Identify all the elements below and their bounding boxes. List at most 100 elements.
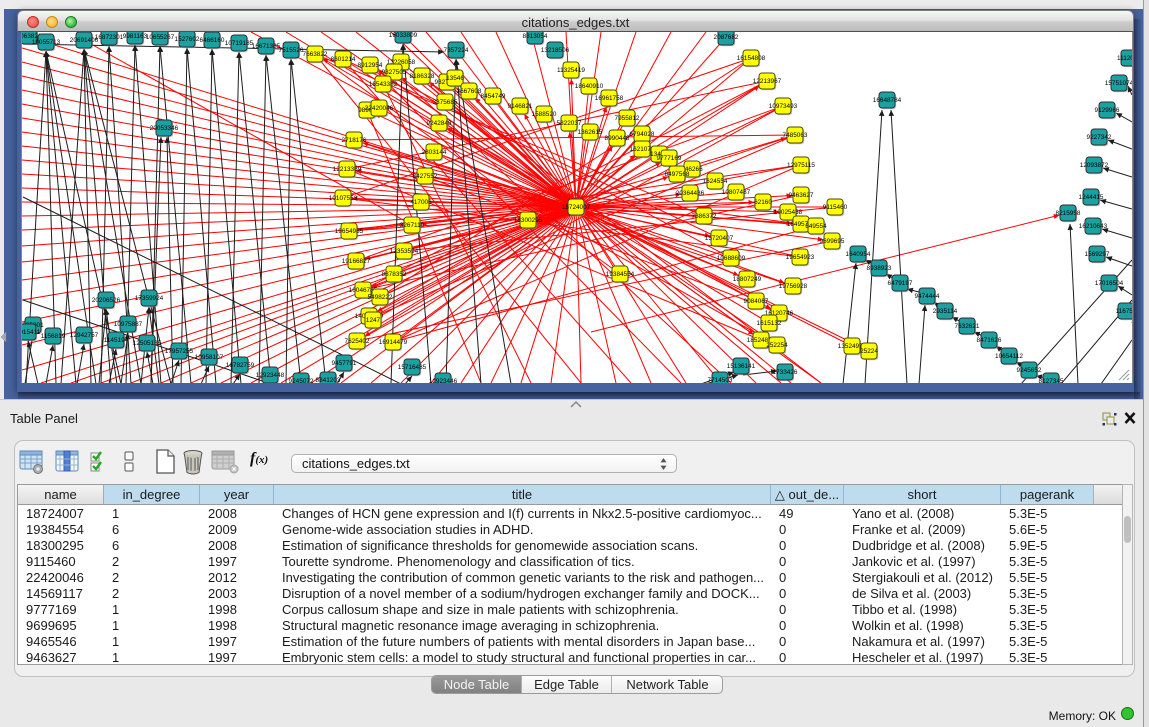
svg-text:5822037: 5822037	[557, 120, 582, 127]
svg-text:16872301: 16872301	[95, 34, 124, 41]
svg-text:9146821: 9146821	[508, 103, 533, 110]
svg-text:22420046: 22420046	[365, 105, 394, 112]
svg-text:11325419: 11325419	[557, 67, 585, 74]
svg-text:17359924: 17359924	[135, 295, 164, 302]
svg-text:9245652: 9245652	[1017, 367, 1042, 374]
svg-text:9115460: 9115460	[823, 204, 848, 211]
svg-text:7386372: 7386372	[692, 213, 717, 220]
svg-text:6794028: 6794028	[630, 131, 655, 138]
svg-text:2803144: 2803144	[422, 149, 447, 156]
svg-text:9227342: 9227342	[1087, 134, 1112, 141]
svg-text:19055713: 19055713	[32, 39, 61, 46]
svg-text:1112061: 1112061	[1117, 55, 1132, 62]
svg-text:1145194: 1145194	[104, 337, 129, 344]
svg-text:19384554: 19384554	[606, 271, 635, 278]
svg-text:16961758: 16961758	[595, 95, 624, 102]
svg-text:15716485: 15716485	[398, 364, 427, 371]
svg-text:12353594: 12353594	[390, 248, 419, 255]
svg-text:16914479: 16914479	[379, 339, 408, 346]
svg-text:3915411: 3915411	[22, 329, 41, 336]
svg-text:16154808: 16154808	[737, 55, 766, 62]
svg-text:849554: 849554	[805, 223, 827, 230]
svg-text:8127345: 8127345	[1039, 378, 1064, 383]
svg-text:2935114: 2935114	[933, 308, 958, 315]
svg-text:1615132: 1615132	[757, 320, 782, 327]
svg-text:15720407: 15720407	[705, 235, 734, 242]
svg-text:10975887: 10975887	[114, 321, 143, 328]
svg-text:2087682: 2087682	[714, 34, 739, 41]
svg-text:10807487: 10807487	[722, 189, 751, 196]
svg-text:417006: 417006	[410, 199, 432, 206]
svg-text:13218506: 13218506	[541, 47, 570, 54]
svg-text:16210643: 16210643	[1079, 223, 1108, 230]
svg-text:6466160: 6466160	[200, 37, 225, 44]
svg-text:8813054: 8813054	[523, 33, 548, 40]
svg-text:8601214: 8601214	[331, 56, 356, 63]
svg-text:7714503: 7714503	[708, 377, 733, 383]
svg-text:18640910: 18640910	[575, 83, 604, 90]
svg-text:8186328: 8186328	[410, 73, 435, 80]
svg-text:9327505: 9327505	[382, 69, 407, 76]
svg-text:10654112: 10654112	[995, 353, 1023, 360]
svg-text:7357224: 7357224	[444, 47, 469, 54]
svg-text:116753: 116753	[1116, 308, 1132, 315]
svg-text:18724007: 18724007	[562, 204, 591, 211]
svg-text:16648784: 16648784	[873, 97, 902, 104]
svg-text:7625402: 7625402	[345, 338, 370, 345]
svg-text:17957255: 17957255	[165, 348, 194, 355]
svg-text:8912954: 8912954	[358, 62, 383, 69]
svg-text:1156819: 1156819	[41, 333, 66, 340]
svg-text:2667608: 2667608	[457, 88, 482, 95]
svg-text:12923446: 12923446	[429, 378, 458, 383]
svg-text:9777169: 9777169	[657, 155, 682, 162]
svg-text:12093872: 12093872	[1080, 162, 1109, 169]
svg-text:6497568: 6497568	[665, 171, 690, 178]
svg-text:10958107: 10958107	[195, 354, 224, 361]
svg-text:19756928: 19756928	[779, 283, 808, 290]
svg-text:15751074: 15751074	[1105, 80, 1132, 87]
svg-text:17016504: 17016504	[1095, 280, 1124, 287]
svg-text:12942757: 12942757	[70, 332, 99, 339]
svg-text:9981163: 9981163	[123, 33, 148, 40]
svg-text:13546: 13546	[446, 75, 464, 82]
svg-text:62160: 62160	[754, 199, 772, 206]
svg-text:9129966: 9129966	[1095, 107, 1120, 114]
svg-text:16782759: 16782759	[226, 362, 255, 369]
svg-text:12923448: 12923448	[256, 372, 285, 379]
svg-text:7663822: 7663822	[303, 51, 328, 58]
svg-text:10655267: 10655267	[146, 34, 175, 41]
svg-text:16543382: 16543382	[369, 81, 398, 88]
svg-text:9699695: 9699695	[820, 238, 845, 245]
svg-text:18807249: 18807249	[733, 276, 762, 283]
svg-text:16033809: 16033809	[389, 32, 418, 39]
svg-text:16671385: 16671385	[252, 43, 281, 50]
svg-text:7515526: 7515526	[279, 47, 304, 54]
svg-text:5498222: 5498222	[368, 294, 393, 301]
svg-text:7632621: 7632621	[955, 323, 980, 330]
svg-text:9457791: 9457791	[332, 360, 357, 367]
svg-text:19166827: 19166827	[342, 258, 371, 265]
svg-text:1244415: 1244415	[1079, 194, 1104, 201]
svg-text:1569297: 1569297	[1085, 251, 1110, 258]
svg-text:8427552: 8427552	[413, 173, 438, 180]
svg-text:9242848: 9242848	[427, 120, 452, 127]
svg-text:20206526: 20206526	[92, 297, 121, 304]
svg-text:19654985: 19654985	[335, 228, 364, 235]
svg-text:9245072: 9245072	[289, 378, 314, 383]
svg-text:12213389: 12213389	[333, 166, 362, 173]
svg-text:252254: 252254	[766, 342, 788, 349]
svg-text:1527602: 1527602	[175, 36, 200, 43]
svg-text:9463627: 9463627	[789, 192, 814, 199]
svg-text:8878352: 8878352	[382, 271, 407, 278]
svg-text:8990448: 8990448	[605, 135, 630, 142]
svg-text:8938923: 8938923	[867, 265, 892, 272]
svg-text:10688609: 10688609	[717, 255, 746, 262]
svg-text:20053346: 20053346	[150, 125, 179, 132]
svg-text:1640954: 1640954	[846, 251, 871, 258]
svg-text:7955812: 7955812	[615, 115, 640, 122]
svg-text:9084067: 9084067	[744, 298, 769, 305]
svg-text:6479197: 6479197	[888, 280, 913, 287]
svg-text:8215958: 8215958	[1056, 210, 1081, 217]
svg-text:10719185: 10719185	[225, 40, 254, 47]
svg-text:12213967: 12213967	[753, 78, 782, 85]
